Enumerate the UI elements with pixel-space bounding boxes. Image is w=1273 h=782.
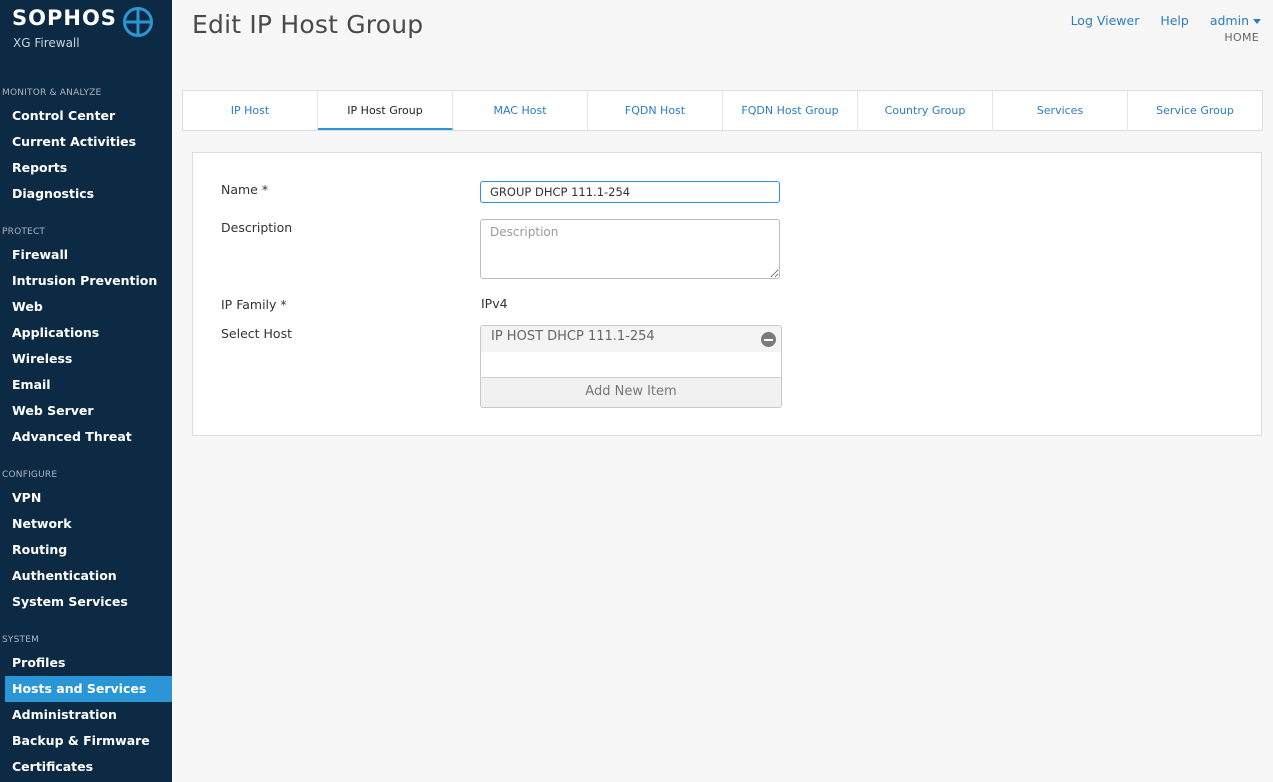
nav-backup-firmware[interactable]: Backup & Firmware	[5, 728, 172, 754]
edit-form-panel: Name * Description IP Family * IPv4 Sele…	[192, 152, 1262, 436]
nav-administration[interactable]: Administration	[5, 702, 172, 728]
tab-bar: IP Host IP Host Group MAC Host FQDN Host…	[182, 90, 1263, 131]
description-label: Description	[221, 220, 293, 235]
section-protect: PROTECT	[2, 227, 46, 237]
tab-fqdn-host-group[interactable]: FQDN Host Group	[723, 91, 858, 130]
page-title: Edit IP Host Group	[192, 10, 424, 39]
section-monitor-analyze: MONITOR & ANALYZE	[2, 88, 102, 98]
nav-intrusion-prevention[interactable]: Intrusion Prevention	[5, 268, 172, 294]
nav-system-services[interactable]: System Services	[5, 589, 172, 615]
globe-icon	[123, 7, 153, 37]
remove-icon[interactable]	[761, 332, 776, 347]
tab-ip-host[interactable]: IP Host	[183, 91, 318, 130]
nav-email[interactable]: Email	[5, 372, 172, 398]
admin-label: admin	[1209, 13, 1249, 28]
chevron-down-icon	[1253, 19, 1261, 24]
tab-fqdn-host[interactable]: FQDN Host	[588, 91, 723, 130]
nav-diagnostics[interactable]: Diagnostics	[5, 181, 172, 207]
tab-mac-host[interactable]: MAC Host	[453, 91, 588, 130]
nav-applications[interactable]: Applications	[5, 320, 172, 346]
log-viewer-link[interactable]: Log Viewer	[1071, 13, 1140, 28]
nav-firewall[interactable]: Firewall	[5, 242, 172, 268]
section-configure: CONFIGURE	[2, 470, 58, 480]
nav-network[interactable]: Network	[5, 511, 172, 537]
nav-reports[interactable]: Reports	[5, 155, 172, 181]
name-label: Name *	[221, 182, 269, 197]
help-link[interactable]: Help	[1160, 13, 1189, 28]
ip-family-label: IP Family *	[221, 297, 287, 312]
list-item: IP HOST DHCP 111.1-254	[481, 326, 781, 352]
brand-name: SOPHOS	[12, 6, 117, 30]
sophos-logo[interactable]: SOPHOS XG Firewall	[12, 6, 162, 54]
tab-services[interactable]: Services	[993, 91, 1128, 130]
sidebar: SOPHOS XG Firewall MONITOR & ANALYZE Con…	[0, 0, 172, 782]
nav-routing[interactable]: Routing	[5, 537, 172, 563]
nav-control-center[interactable]: Control Center	[5, 103, 172, 129]
nav-web[interactable]: Web	[5, 294, 172, 320]
nav-current-activities[interactable]: Current Activities	[5, 129, 172, 155]
nav-wireless[interactable]: Wireless	[5, 346, 172, 372]
nav-profiles[interactable]: Profiles	[5, 650, 172, 676]
nav-certificates[interactable]: Certificates	[5, 754, 172, 780]
tab-country-group[interactable]: Country Group	[858, 91, 993, 130]
ip-family-value: IPv4	[481, 296, 508, 311]
nav-web-server[interactable]: Web Server	[5, 398, 172, 424]
tab-ip-host-group[interactable]: IP Host Group	[318, 91, 453, 130]
admin-menu[interactable]: admin	[1210, 13, 1261, 28]
nav-advanced-threat[interactable]: Advanced Threat	[5, 424, 172, 450]
host-list: IP HOST DHCP 111.1-254 Add New Item	[480, 325, 782, 408]
breadcrumb-home[interactable]: HOME	[1224, 31, 1259, 44]
nav-vpn[interactable]: VPN	[5, 485, 172, 511]
add-new-item-button[interactable]: Add New Item	[481, 377, 781, 407]
host-item-label: IP HOST DHCP 111.1-254	[491, 329, 655, 344]
nav-authentication[interactable]: Authentication	[5, 563, 172, 589]
section-system: SYSTEM	[2, 635, 40, 645]
nav-hosts-and-services[interactable]: Hosts and Services	[5, 676, 172, 702]
name-input[interactable]	[480, 181, 780, 203]
description-field[interactable]	[480, 219, 780, 279]
select-host-label: Select Host	[221, 326, 292, 341]
product-name: XG Firewall	[13, 36, 80, 50]
top-links: Log Viewer Help admin	[1054, 13, 1261, 28]
tab-service-group[interactable]: Service Group	[1128, 91, 1262, 130]
